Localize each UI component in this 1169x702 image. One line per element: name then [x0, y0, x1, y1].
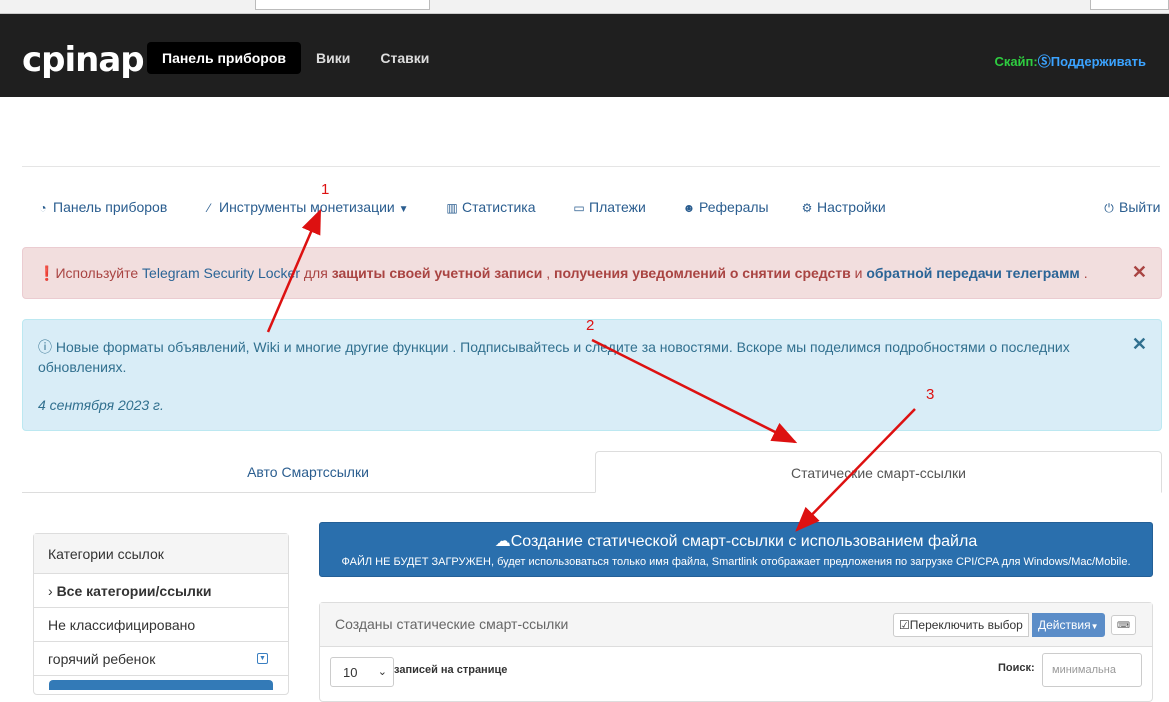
toggle-label: Переключить выбор	[909, 618, 1023, 632]
sidebar-button[interactable]	[49, 680, 273, 690]
support-link[interactable]: Скайп:ⓈПоддерживать	[994, 51, 1146, 70]
top-nav-dashboard[interactable]: Панель приборов	[147, 42, 302, 74]
create-title: ☁Создание статической смарт-ссылки с исп…	[320, 531, 1152, 551]
create-static-smartlink-button[interactable]: ☁Создание статической смарт-ссылки с исп…	[319, 522, 1153, 577]
news-alert: ⓘ Новые форматы объявлений, Wiki и многи…	[22, 319, 1162, 431]
category-all[interactable]: › Все категории/ссылки	[34, 574, 288, 608]
annotation-number: 1	[321, 181, 330, 198]
security-alert-text: ❗Используйте Telegram Security Locker дл…	[38, 265, 1088, 282]
caret-down-icon: ▼	[398, 204, 409, 215]
categories-panel: Категории ссылок › Все категории/ссылки …	[33, 533, 289, 695]
chevron-down-icon: ⌄	[377, 666, 387, 678]
skype-icon: Ⓢ	[1037, 54, 1051, 69]
news-date: 4 сентября 2023 г.	[38, 397, 164, 413]
nav-tools-label: Инструменты монетизации	[219, 199, 395, 215]
alert-sep: ,	[546, 265, 551, 281]
nav-referrals-label: Рефералы	[699, 199, 769, 215]
toggle-selection-button[interactable]: ☑Переключить выбор	[893, 613, 1029, 637]
alert-and: и	[854, 265, 863, 281]
close-icon[interactable]: ✕	[1132, 334, 1147, 355]
search-input[interactable]: минимальна	[1042, 653, 1142, 687]
browser-tab[interactable]	[1090, 0, 1169, 10]
actions-label: Действия	[1038, 618, 1091, 632]
per-page-select[interactable]: 10 ⌄	[330, 657, 394, 687]
skype-label: Скайп:	[994, 54, 1038, 69]
nav-stats-label: Статистика	[462, 199, 536, 215]
news-text: Новые форматы объявлений, Wiki и многие …	[38, 339, 1070, 375]
per-page-label: записей на странице	[394, 664, 508, 676]
logo[interactable]: cpinap	[22, 40, 145, 80]
nav-settings[interactable]: ⚙ Настройки	[800, 199, 886, 215]
divider	[22, 166, 1160, 167]
category-all-label: Все категории/ссылки	[56, 583, 212, 599]
per-page-value: 10	[343, 665, 358, 680]
caret-down-icon: ▼	[1090, 622, 1099, 631]
main-nav: ◔ Панель приборов ⁄ Инструменты монетизаци…	[36, 199, 1162, 219]
browser-strip	[0, 0, 1169, 14]
dashboard-icon: ◔	[39, 201, 47, 215]
checkbox-icon: ☑	[899, 618, 910, 632]
nav-logout[interactable]: ⏻ Выйти	[1102, 199, 1160, 216]
nav-payments-label: Платежи	[589, 199, 646, 215]
nav-logout-label: Выйти	[1119, 199, 1161, 215]
categories-title: Категории ссылок	[34, 534, 288, 574]
caret-square-down-icon[interactable]: ▼	[257, 653, 268, 664]
news-alert-text: ⓘ Новые форматы объявлений, Wiki и многи…	[38, 337, 1108, 377]
close-icon[interactable]: ✕	[1132, 262, 1147, 283]
telegram-locker-link[interactable]: Telegram Security Locker	[142, 265, 300, 281]
gear-icon: ⚙	[801, 201, 813, 215]
category-hot-label: горячий ребенок	[48, 651, 156, 667]
nav-dashboard[interactable]: ◔ Панель приборов	[36, 199, 167, 215]
exclamation-icon: ❗	[38, 265, 56, 281]
nav-statistics[interactable]: ▥ Статистика	[445, 199, 536, 215]
nav-referrals[interactable]: ☻ Рефералы	[682, 199, 769, 215]
top-navbar: cpinap Панель приборов Вики Ставки Скайп…	[0, 14, 1169, 97]
info-icon: ⓘ	[38, 339, 52, 355]
create-subtitle: ФАЙЛ НЕ БУДЕТ ЗАГРУЖЕН, будет использова…	[341, 556, 1131, 568]
users-icon: ☻	[682, 201, 696, 215]
annotation-number: 2	[586, 317, 595, 334]
create-title-text: Создание статической смарт-ссылки с испо…	[510, 533, 978, 550]
tab-static-smartlinks[interactable]: Статические смарт-ссылки	[595, 451, 1162, 493]
panel-title: Созданы статические смарт-ссылки	[335, 616, 569, 632]
category-hot[interactable]: горячий ребенок ▼	[34, 642, 288, 676]
search-label: Поиск:	[998, 662, 1035, 674]
annotation-number: 3	[926, 386, 935, 403]
top-nav-rates[interactable]: Ставки	[365, 42, 444, 74]
top-nav: Панель приборов Вики Ставки	[147, 42, 444, 74]
alert-bold-protect: защиты своей учетной записи	[331, 265, 543, 281]
alert-text-for: для	[303, 265, 328, 281]
magic-wand-icon: ⁄	[207, 201, 210, 215]
category-unclassified[interactable]: Не классифицировано	[34, 608, 288, 642]
bar-chart-icon: ▥	[446, 201, 458, 215]
keyboard-icon[interactable]: ⌨	[1111, 615, 1136, 635]
browser-tab[interactable]	[255, 0, 430, 10]
panel-header: Созданы статические смарт-ссылки ☑Перекл…	[320, 603, 1152, 647]
top-nav-wiki[interactable]: Вики	[301, 42, 365, 74]
alert-bold-notify: получения уведомлений о снятии средств	[554, 265, 851, 281]
security-alert: ❗Используйте Telegram Security Locker дл…	[22, 247, 1162, 299]
cloud-upload-icon: ☁	[494, 533, 511, 550]
static-smartlinks-panel: Созданы статические смарт-ссылки ☑Перекл…	[319, 602, 1153, 702]
tab-auto-smartlinks[interactable]: Авто Смартссылки	[22, 451, 594, 493]
smartlink-tabs: Авто Смартссылки Статические смарт-ссылк…	[22, 451, 1162, 493]
nav-dashboard-label: Панель приборов	[53, 199, 168, 215]
nav-settings-label: Настройки	[817, 199, 886, 215]
support-label: Поддерживать	[1050, 54, 1146, 69]
credit-card-icon: ▭	[573, 201, 585, 215]
nav-payments[interactable]: ▭ Платежи	[572, 199, 646, 215]
telegram-postback-link[interactable]: обратной передачи телеграмм	[866, 265, 1079, 281]
nav-monetization-tools[interactable]: ⁄ Инструменты монетизации ▼	[202, 199, 409, 215]
alert-end: .	[1083, 265, 1088, 281]
chevron-right-icon: ›	[48, 583, 53, 599]
alert-prefix: Используйте	[55, 265, 139, 281]
actions-dropdown[interactable]: Действия▼	[1032, 613, 1105, 637]
power-icon: ⏻	[1104, 201, 1114, 215]
